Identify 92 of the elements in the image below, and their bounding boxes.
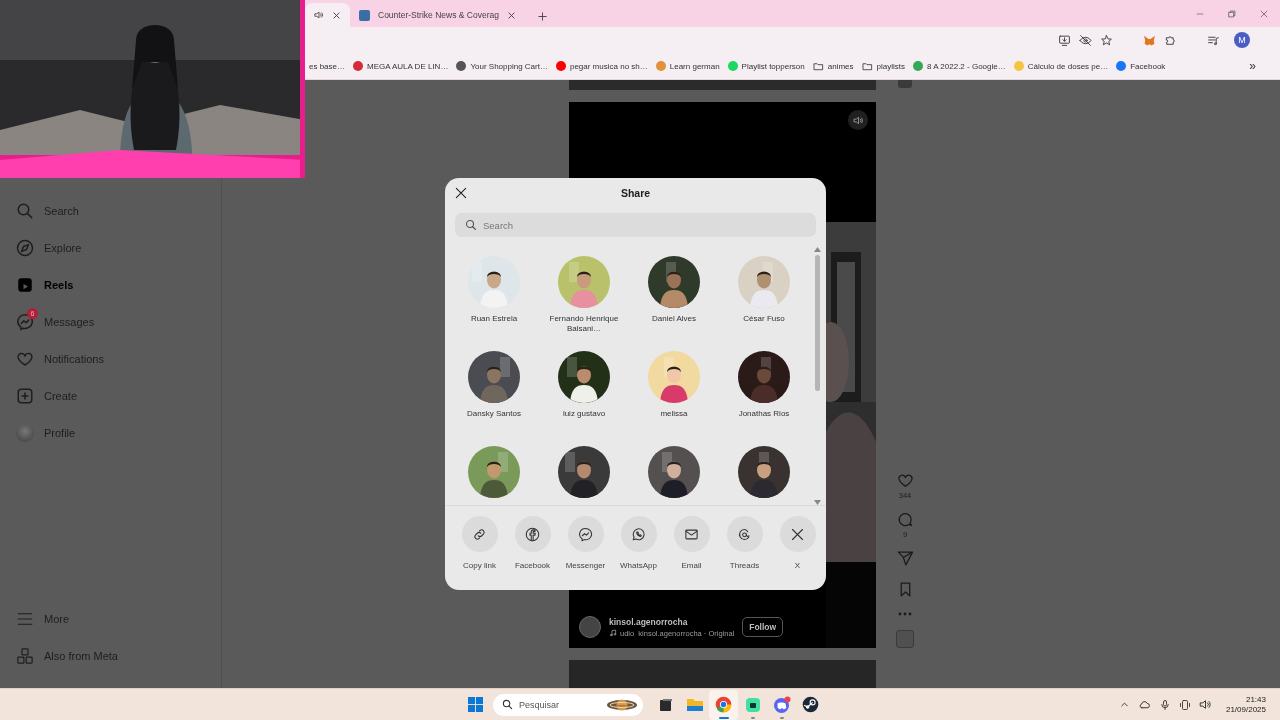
plus-icon[interactable] <box>536 11 548 22</box>
share-option-button[interactable]: WhatsApp <box>612 516 665 570</box>
comment-button[interactable] <box>896 511 914 528</box>
share-button[interactable] <box>896 550 914 567</box>
follow-button[interactable]: Follow <box>742 617 784 637</box>
bookmark[interactable]: 8 A 2022.2 - Google… <box>909 61 1010 71</box>
mail-icon <box>684 526 699 542</box>
cloud-icon[interactable] <box>1137 698 1151 711</box>
bookmarks-overflow-button[interactable]: » <box>1243 58 1262 74</box>
close-icon <box>1259 8 1269 19</box>
speaker-icon[interactable] <box>1198 698 1212 711</box>
facebook-icon <box>525 526 540 542</box>
scrollbar-thumb[interactable] <box>814 255 820 391</box>
avatar-icon <box>898 80 912 88</box>
fox-icon[interactable] <box>1143 33 1156 47</box>
music-note-icon <box>609 629 617 637</box>
bookmark[interactable]: pegar musica no sh… <box>551 61 652 71</box>
paper-plane-icon <box>896 550 914 567</box>
bookmark[interactable]: MEGA AULA DE LIN… <box>349 61 453 71</box>
bookmark[interactable]: playlists <box>857 60 909 72</box>
chat-bubble-icon <box>16 312 34 331</box>
profile-button[interactable]: M <box>1234 32 1250 48</box>
dialog-title: Share <box>619 187 652 199</box>
share-option-button[interactable]: Facebook <box>506 516 559 570</box>
share-option-button[interactable]: Copy link <box>453 516 506 570</box>
bookmark[interactable]: Learn german <box>651 61 724 71</box>
messenger-icon <box>578 526 593 542</box>
clapperboard-icon <box>16 275 34 294</box>
contact-button[interactable]: melissa <box>629 351 719 420</box>
star-icon[interactable] <box>1100 33 1113 47</box>
bookmark[interactable]: Your Shopping Cart… <box>452 61 552 71</box>
comment-icon <box>896 511 914 528</box>
contact-button[interactable]: Dansky Santos <box>449 351 539 420</box>
windows-icon[interactable] <box>468 697 483 712</box>
bookmark[interactable]: Playlist topperson <box>723 61 809 71</box>
share-option-button[interactable]: Email <box>665 516 718 570</box>
like-button[interactable] <box>896 472 914 489</box>
bookmark[interactable]: Cálculo de doses pe… <box>1009 61 1113 71</box>
restore-icon <box>1227 8 1237 19</box>
avatar-icon <box>579 616 601 638</box>
plus-square-icon <box>16 386 34 405</box>
contact-button[interactable]: Ruan Estrela <box>449 256 539 325</box>
threads-icon <box>737 526 752 542</box>
contact-button[interactable]: Jonathas Rios <box>719 351 809 420</box>
eye-slash-icon[interactable] <box>1079 33 1092 47</box>
share-option-button[interactable]: Threads <box>718 516 771 570</box>
bookmark[interactable]: Facebook <box>1112 61 1170 71</box>
contact-button[interactable]: Daniel Alves <box>629 256 719 325</box>
task-view-icon <box>657 696 674 713</box>
author-name[interactable]: kinsol.agenorrocha <box>609 616 735 627</box>
bookmark[interactable]: es base… <box>305 61 350 71</box>
whatsapp-icon <box>631 526 646 542</box>
link-icon <box>472 526 487 542</box>
app-icon <box>744 696 761 713</box>
contact-button[interactable]: César Fuso <box>719 256 809 325</box>
bookmark[interactable]: animes <box>808 60 858 72</box>
clock-time[interactable]: 21:43 <box>1245 695 1266 704</box>
steam-icon <box>802 696 819 713</box>
close-icon <box>332 10 341 20</box>
search-icon <box>502 699 513 710</box>
folder-icon <box>861 60 873 72</box>
browser-tab[interactable]: Counter-Strike News & Coverag <box>350 3 525 27</box>
tab-favicon-icon <box>359 9 370 21</box>
avatar-icon <box>16 423 34 442</box>
share-option-button[interactable]: X <box>771 516 824 570</box>
phone-icon[interactable] <box>1178 698 1191 711</box>
discord-icon <box>772 695 791 714</box>
compass-icon <box>16 238 34 257</box>
scroll-down-arrow-icon[interactable] <box>813 500 821 505</box>
contact-button[interactable]: luiz gustavo <box>539 351 629 420</box>
chrome-icon <box>715 696 732 713</box>
scroll-up-arrow-icon[interactable] <box>813 247 821 252</box>
close-icon <box>453 185 469 201</box>
search-field[interactable]: Search <box>455 213 816 237</box>
microphone-icon[interactable] <box>1158 698 1171 711</box>
contact-button[interactable]: Fernando Henrique Balsani… <box>539 256 629 335</box>
folder-icon <box>812 60 824 72</box>
folder-icon <box>685 696 704 713</box>
more-button[interactable] <box>898 612 912 616</box>
x-icon <box>790 526 805 542</box>
speaker-icon <box>852 114 864 126</box>
heart-icon <box>896 472 914 489</box>
apps-icon <box>16 646 34 665</box>
clock-date[interactable]: 21/09/2025 <box>1225 705 1266 714</box>
puzzle-icon[interactable] <box>1164 33 1177 47</box>
share-option-button[interactable]: Messenger <box>559 516 612 570</box>
search-field[interactable]: Pesquisar <box>493 693 643 716</box>
more-icon <box>898 612 912 616</box>
close-icon <box>506 10 516 20</box>
search-icon <box>16 201 34 220</box>
install-icon[interactable] <box>1058 33 1071 47</box>
search-icon <box>465 219 477 231</box>
